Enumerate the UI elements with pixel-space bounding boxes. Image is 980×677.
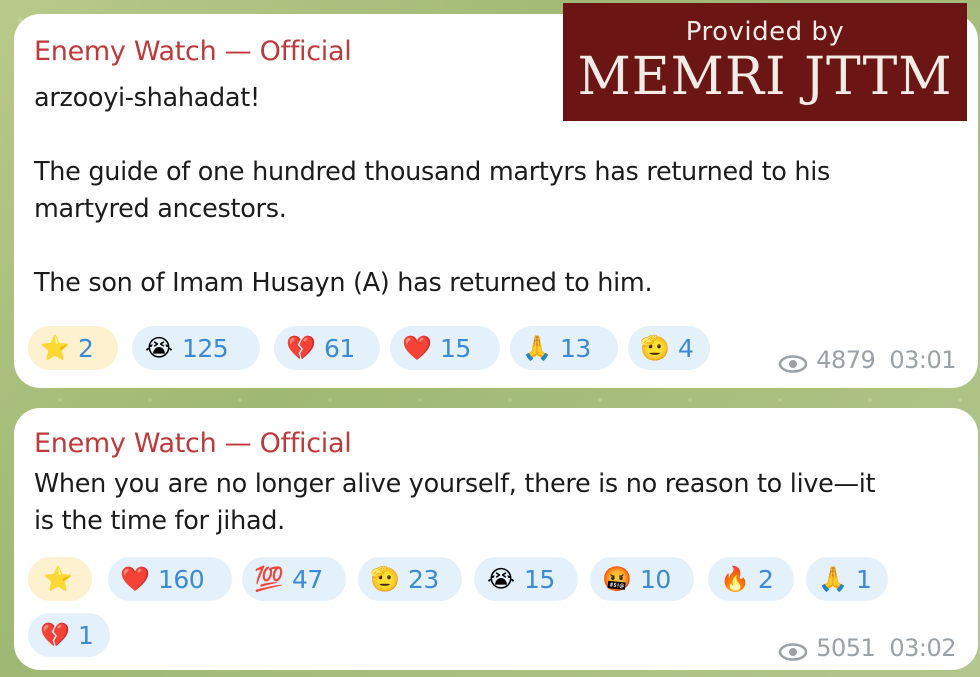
star-icon: ⭐	[40, 334, 70, 362]
eye-icon	[778, 351, 808, 373]
reaction-count: 2	[758, 564, 774, 594]
fire-icon: 🔥	[720, 565, 750, 593]
reaction-count: 15	[440, 333, 471, 363]
message-meta: 5051 03:02	[778, 634, 956, 662]
reaction-crying[interactable]: 😭 125	[132, 326, 260, 370]
message-time: 03:02	[889, 634, 956, 662]
red-heart-icon: ❤️	[402, 334, 432, 362]
reaction-heart[interactable]: ❤️ 15	[390, 326, 500, 370]
reaction-praying[interactable]: 🙏 1	[806, 557, 888, 601]
reaction-count: 13	[560, 333, 591, 363]
crying-face-icon: 😭	[144, 334, 174, 362]
cursing-face-icon: 🤬	[602, 565, 632, 593]
reaction-count: 15	[524, 564, 555, 594]
broken-heart-icon: 💔	[286, 334, 316, 362]
reaction-broken-heart[interactable]: 💔 1	[28, 613, 110, 657]
message-meta: 4879 03:01	[778, 346, 956, 374]
sender-name[interactable]: Enemy Watch — Official	[34, 36, 352, 67]
salute-icon: 🫡	[370, 565, 400, 593]
reaction-fire[interactable]: 🔥 2	[708, 557, 794, 601]
sender-name[interactable]: Enemy Watch — Official	[34, 428, 352, 459]
reaction-count: 1	[78, 620, 94, 650]
reaction-count: 4	[678, 333, 694, 363]
watermark-caption: Provided by	[685, 17, 845, 47]
reaction-crying[interactable]: 😭 15	[474, 557, 578, 601]
message-text: When you are no longer alive yourself, t…	[34, 466, 948, 540]
message-line: The guide of one hundred thousand martyr…	[34, 157, 831, 187]
reaction-count: 1	[856, 564, 872, 594]
reaction-star[interactable]: ⭐	[28, 557, 92, 601]
reaction-hundred[interactable]: 💯 47	[242, 557, 346, 601]
praying-hands-icon: 🙏	[522, 334, 552, 362]
reaction-count: 23	[408, 564, 439, 594]
message-line: When you are no longer alive yourself, t…	[34, 469, 876, 499]
message-time: 03:01	[889, 346, 956, 374]
reaction-heart[interactable]: ❤️ 160	[108, 557, 232, 601]
message-line: is the time for jihad.	[34, 506, 285, 536]
salute-icon: 🫡	[640, 334, 670, 362]
reaction-salute[interactable]: 🫡 23	[358, 557, 462, 601]
reaction-count: 47	[292, 564, 323, 594]
praying-hands-icon: 🙏	[818, 565, 848, 593]
message-bubble[interactable]: Enemy Watch — Official When you are no l…	[14, 408, 978, 670]
reaction-praying[interactable]: 🙏 13	[510, 326, 618, 370]
message-line: martyred ancestors.	[34, 194, 287, 224]
view-count: 5051	[816, 634, 876, 662]
reaction-broken-heart[interactable]: 💔 61	[274, 326, 380, 370]
message-line: The son of Imam Husayn (A) has returned …	[34, 268, 653, 298]
reaction-star[interactable]: ⭐ 2	[28, 326, 118, 370]
star-icon: ⭐	[43, 565, 73, 593]
red-heart-icon: ❤️	[120, 565, 150, 593]
reaction-count: 160	[158, 564, 205, 594]
watermark-title: MEMRI JTTM	[577, 47, 953, 107]
broken-heart-icon: 💔	[40, 621, 70, 649]
reaction-count: 125	[182, 333, 229, 363]
hundred-points-icon: 💯	[254, 565, 284, 593]
reaction-salute[interactable]: 🫡 4	[628, 326, 710, 370]
reaction-count: 61	[324, 333, 355, 363]
reaction-cursing[interactable]: 🤬 10	[590, 557, 694, 601]
reaction-count: 2	[78, 333, 94, 363]
eye-icon	[778, 639, 808, 661]
memri-watermark: Provided by MEMRI JTTM	[563, 3, 967, 121]
view-count: 4879	[816, 346, 876, 374]
crying-face-icon: 😭	[486, 565, 516, 593]
reaction-count: 10	[640, 564, 671, 594]
